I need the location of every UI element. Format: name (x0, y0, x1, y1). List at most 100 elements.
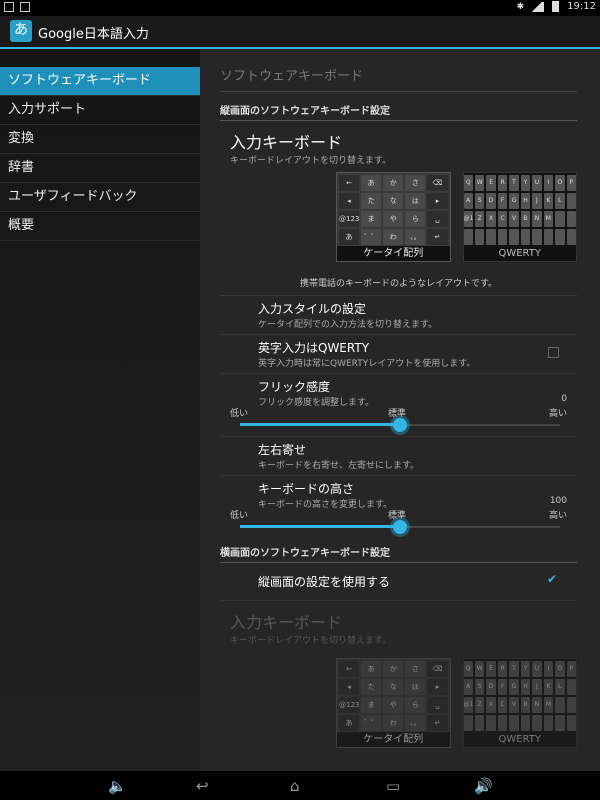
qwerty-key: I (543, 175, 554, 191)
volume-down-icon[interactable]: 🔈 (108, 777, 127, 795)
alignment-pref[interactable]: 左右寄せ キーボードを右寄せ、左寄せにします。 (220, 437, 577, 476)
qwerty-key: F (497, 679, 508, 695)
keyboard-layout-description: 携帯電話のキーボードのようなレイアウトです。 (220, 276, 577, 296)
keypad-key: ▸ (427, 193, 448, 209)
qwerty-key: S (474, 679, 485, 695)
keypad-key: な (383, 193, 404, 209)
height-slider[interactable] (240, 520, 560, 534)
qwerty-key: D (486, 193, 496, 209)
landscape-input-keyboard-title: 入力キーボード (230, 613, 343, 632)
qwerty-english-checkbox[interactable] (548, 347, 559, 358)
landscape-keyboard-layout-options: ← あかさ ⌫ ◂ たなは ▸ @123 まやら ␣ あ゛゜わ、。 ↵ ケータイ配列 QWERTYU… (336, 658, 577, 748)
qwerty-key: V (509, 211, 519, 227)
keypad-key: さ (405, 661, 426, 677)
qwerty-key: N (532, 211, 542, 227)
height-value: 100 (549, 496, 567, 506)
qwerty-key (555, 229, 565, 245)
qwerty-key (486, 229, 496, 245)
qwerty-key: Z (474, 697, 485, 713)
qwerty-key: Q (463, 661, 473, 677)
keypad-key: や (383, 211, 404, 227)
keypad-key: ⌫ (427, 175, 448, 191)
sidebar: ソフトウェアキーボード 入力サポート 変換 辞書 ユーザフィードバック 概要 (0, 49, 200, 771)
home-icon[interactable]: ⌂ (290, 777, 300, 795)
sidebar-item-conversion[interactable]: 変換 (0, 125, 200, 154)
qwerty-key: T (509, 661, 519, 677)
flick-title: フリック感度 (258, 380, 331, 394)
keypad-key: ↵ (427, 229, 448, 245)
landscape-qwerty-preview: QWERTYUIOP ASDFGHJKL @123ZXCVBNM (463, 661, 577, 731)
qwerty-key (543, 229, 554, 245)
sidebar-item-input-support[interactable]: 入力サポート (0, 96, 200, 125)
status-right-icons: ✱ 19:12 (517, 1, 596, 12)
landscape-keyboard-pref: 入力キーボード キーボードレイアウトを切り替えます。 ← あかさ ⌫ ◂ たなは ▸ @12… (220, 609, 577, 748)
keypad-key: さ (405, 175, 426, 191)
use-portrait-settings-pref[interactable]: 縦画面の設定を使用する ✔ (220, 563, 577, 601)
keypad-key: ◂ (339, 679, 360, 695)
recent-apps-icon[interactable]: ▭ (386, 777, 400, 795)
keypad-key: わ (383, 715, 404, 731)
keypad-key: ← (339, 661, 360, 677)
qwerty-key: E (486, 175, 496, 191)
qwerty-key (532, 715, 542, 731)
qwerty-english-pref[interactable]: 英字入力はQWERTY 英字入力時は常にQWERTYレイアウトを使用します。 (220, 335, 577, 374)
app-title: Google日本語入力 (38, 27, 149, 42)
qwerty-key: A (463, 193, 473, 209)
qwerty-layout-label: QWERTY (498, 248, 541, 259)
landscape-qwerty-layout-label: QWERTY (498, 734, 541, 745)
qwerty-key: V (509, 697, 519, 713)
qwerty-key: M (543, 211, 554, 227)
keypad-key: 、。 (405, 715, 426, 731)
status-bar: ✱ 19:12 (0, 0, 600, 16)
height-slider-fill (240, 525, 400, 528)
sidebar-item-about[interactable]: 概要 (0, 212, 200, 241)
qwerty-key (463, 229, 473, 245)
keypad-layout-option[interactable]: ← あかさ ⌫ ◂ たなは ▸ @123 まやら ␣ あ゛゜わ、。 ↵ ケータイ配列 (336, 172, 451, 262)
flick-scale-labels: 低い 標準 高い (220, 406, 577, 419)
qwerty-key: Y (520, 661, 531, 677)
height-slider-thumb[interactable] (393, 520, 407, 534)
flick-slider-fill (240, 423, 400, 426)
qwerty-key: G (509, 193, 519, 209)
page-title: ソフトウェアキーボード (220, 49, 577, 92)
sidebar-item-software-keyboard[interactable]: ソフトウェアキーボード (0, 67, 200, 96)
qwerty-english-subtitle: 英字入力時は常にQWERTYレイアウトを使用します。 (258, 359, 476, 369)
qwerty-key: S (474, 193, 485, 209)
sidebar-item-dictionary[interactable]: 辞書 (0, 154, 200, 183)
qwerty-key: @123 (463, 697, 473, 713)
qwerty-key: I (543, 661, 554, 677)
keyboard-height-pref: キーボードの高さ キーボードの高さを変更します。 100 低い 標準 高い (220, 476, 577, 538)
qwerty-layout-option[interactable]: QWERTYUIOPASDFGHJKL@123ZXCVBNM QWERTY (462, 172, 577, 262)
system-nav-bar: 🔈 ↩ ⌂ ▭ 🔊 (0, 771, 600, 800)
app-icon[interactable]: あ (10, 20, 32, 42)
use-portrait-checkbox[interactable]: ✔ (547, 573, 559, 585)
landscape-qwerty-layout-option: QWERTYUIOPASDFGHJKL@123ZXCVBNM QWERTY (462, 658, 577, 748)
sidebar-list: ソフトウェアキーボード 入力サポート 変換 辞書 ユーザフィードバック 概要 (0, 67, 200, 241)
wifi-icon (532, 1, 545, 12)
keypad-key: 、。 (405, 229, 426, 245)
sidebar-item-user-feedback[interactable]: ユーザフィードバック (0, 183, 200, 212)
keyboard-layout-options: ← あかさ ⌫ ◂ たなは ▸ @123 まやら ␣ あ゛゜わ、。 ↵ ケータイ配列 QWERTYU… (336, 172, 577, 262)
flick-slider-thumb[interactable] (393, 418, 407, 432)
qwerty-key: L (555, 193, 565, 209)
qwerty-key: O (555, 661, 565, 677)
back-icon[interactable]: ↩ (196, 777, 209, 795)
qwerty-key: E (486, 661, 496, 677)
flick-slider[interactable] (240, 418, 560, 432)
height-title: キーボードの高さ (258, 482, 355, 496)
flick-value: 0 (561, 394, 567, 404)
qwerty-key: L (555, 679, 565, 695)
volume-up-icon[interactable]: 🔊 (474, 777, 493, 795)
qwerty-key (555, 211, 565, 227)
input-style-pref[interactable]: 入力スタイルの設定 ケータイ配列での入力方法を切り替えます。 (220, 296, 577, 335)
input-style-title: 入力スタイルの設定 (258, 302, 367, 316)
qwerty-key: P (566, 175, 576, 191)
qwerty-key (566, 229, 576, 245)
qwerty-key: F (497, 193, 508, 209)
qwerty-key (497, 229, 508, 245)
settings-panel: ソフトウェアキーボード 縦画面のソフトウェアキーボード設定 入力キーボード キー… (200, 49, 600, 771)
keypad-key: ␣ (427, 697, 448, 713)
qwerty-key: T (509, 175, 519, 191)
keypad-key: ◂ (339, 193, 360, 209)
qwerty-key (566, 679, 576, 695)
